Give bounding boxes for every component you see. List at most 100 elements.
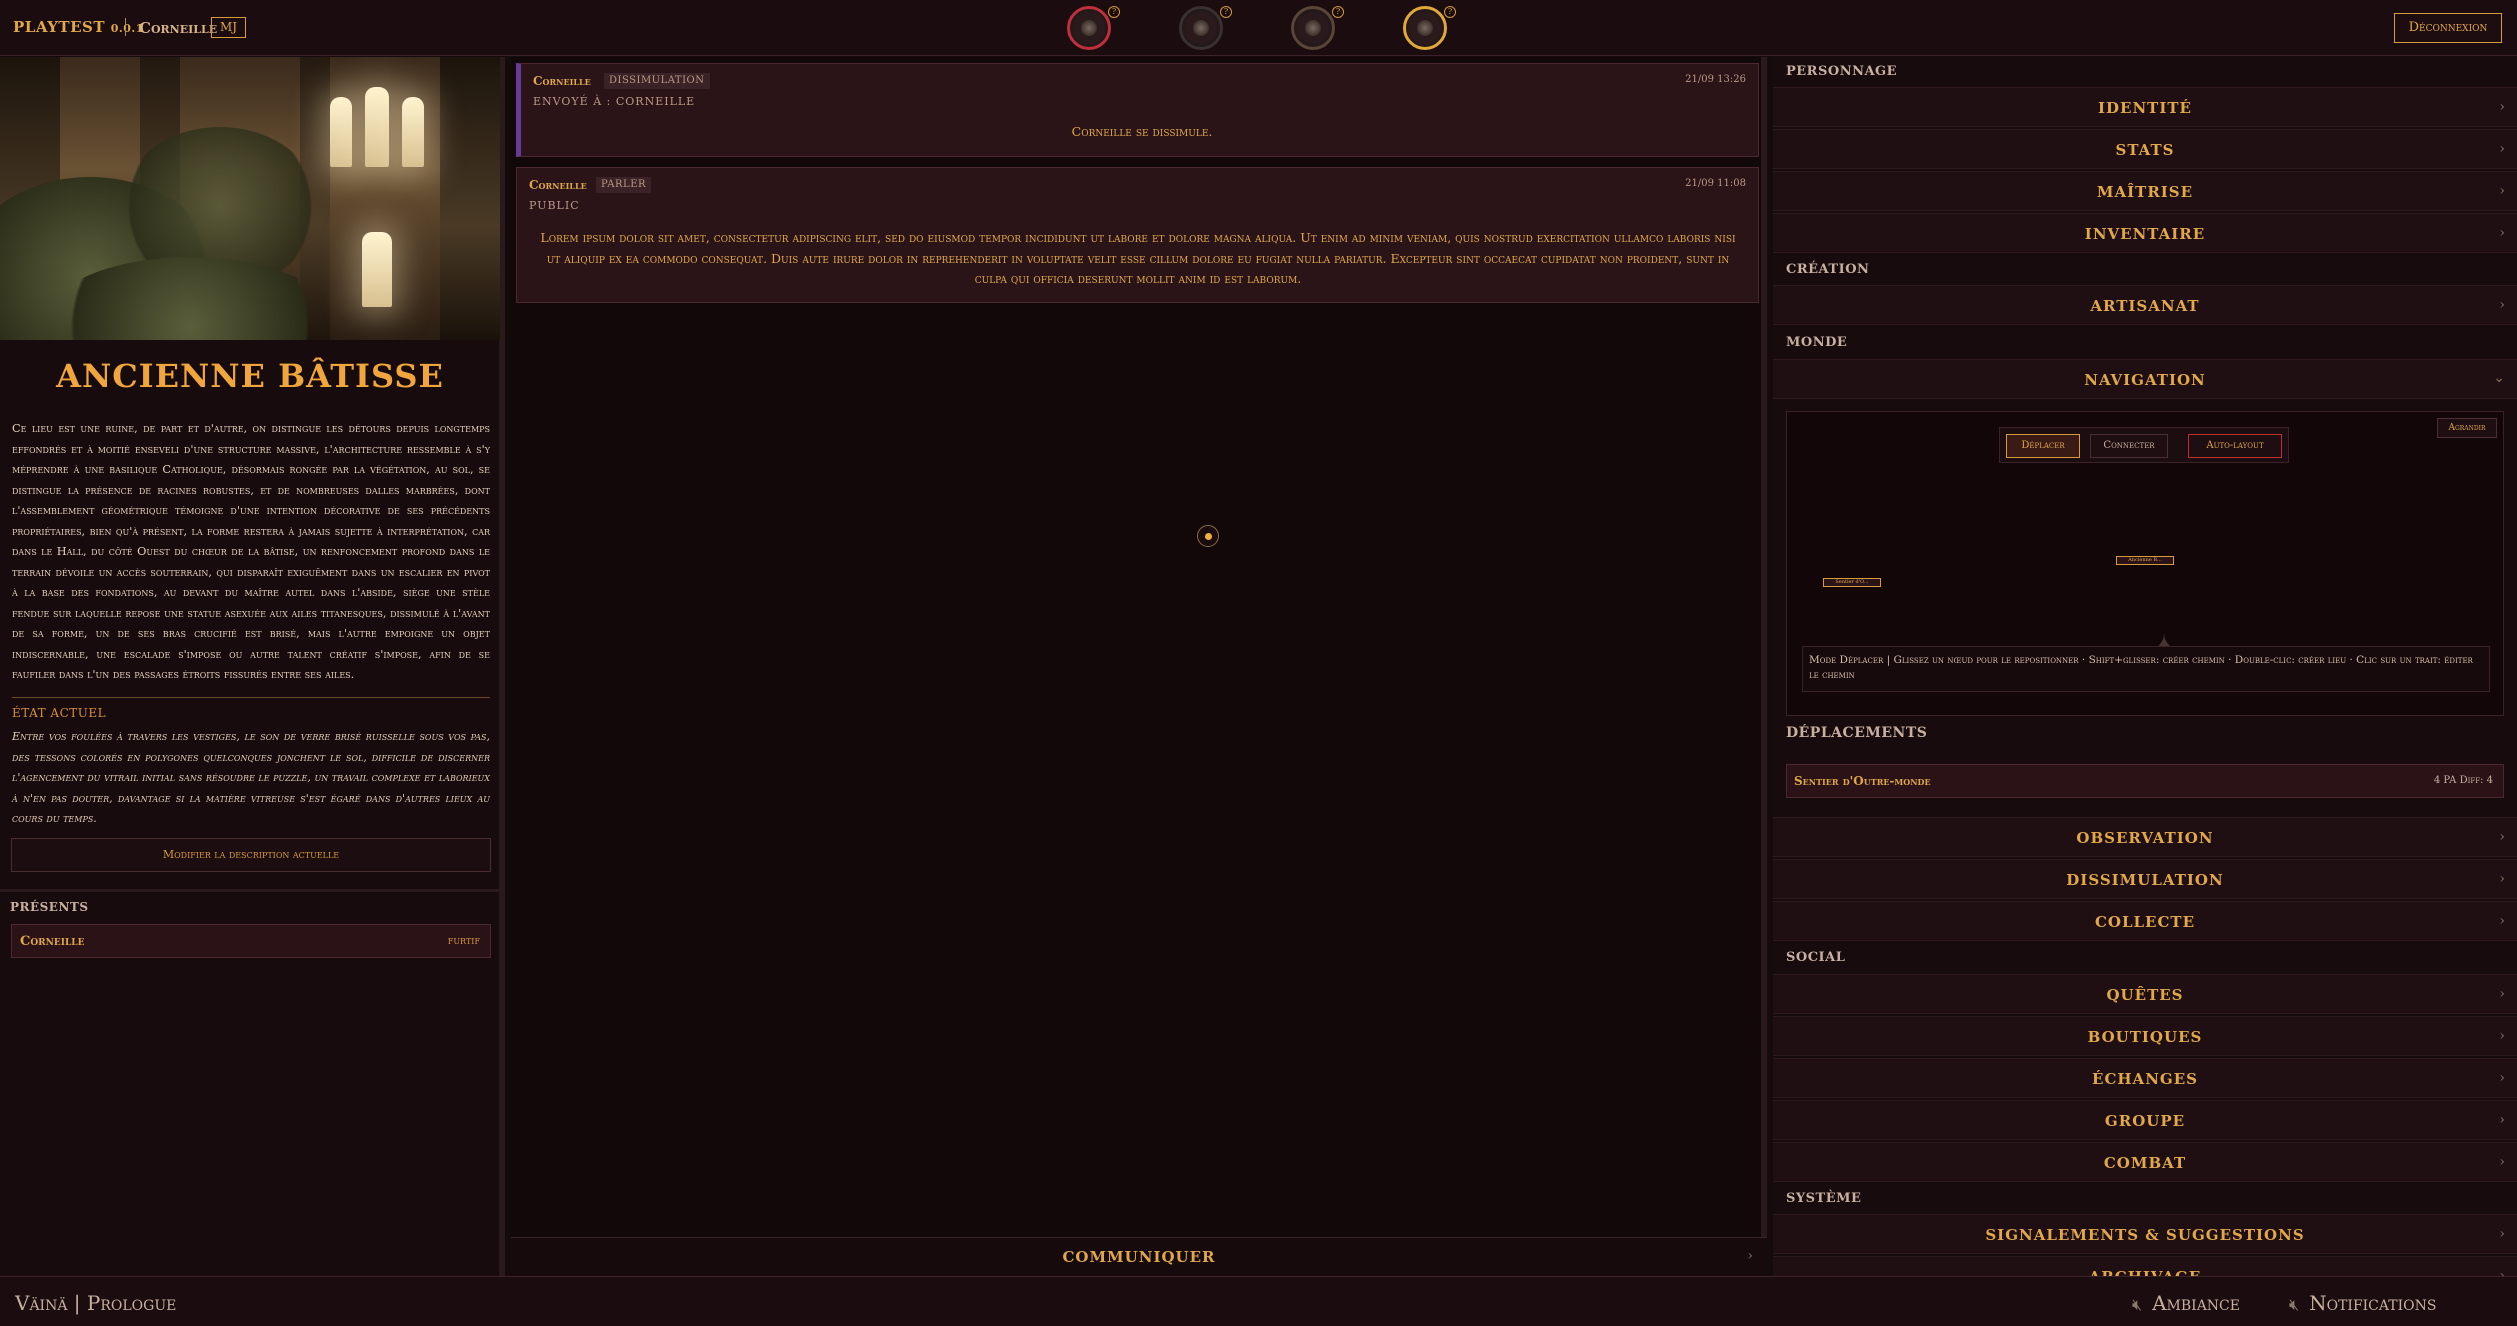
message-time: 21/09 11:08	[1685, 178, 1746, 189]
health-ring[interactable]: ?	[1067, 6, 1120, 50]
menu-identity[interactable]: IDENTITÉ ›	[1773, 87, 2517, 127]
menu-group[interactable]: GROUPE ›	[1773, 1100, 2517, 1140]
menu-stealth[interactable]: DISSIMULATION ›	[1773, 859, 2517, 899]
move-option[interactable]: Sentier d'Outre-monde 4 PA Diff: 4	[1786, 764, 2504, 798]
divider	[0, 889, 500, 892]
menu-label: COMBAT	[2103, 1154, 2187, 1172]
edit-description-button[interactable]: Modifier la description actuelle	[11, 838, 491, 872]
navigation-map[interactable]: Déplacer Connecter Auto-layout Agrandir …	[1786, 411, 2504, 716]
menu-navigation[interactable]: NAVIGATION ⌄	[1773, 359, 2517, 399]
menu-label: SIGNALEMENTS & SUGGESTIONS	[1985, 1226, 2305, 1244]
menu-shops[interactable]: BOUTIQUES ›	[1773, 1016, 2517, 1056]
ambiance-toggle[interactable]: 🔇︎ Ambiance	[2132, 1291, 2240, 1315]
menu-archive[interactable]: ARCHIVAGE›	[1773, 1256, 2517, 1276]
message-card: Corneille DISSIMULATION 21/09 13:26 ENVO…	[516, 63, 1759, 157]
message-recipient: ENVOYÉ À : CORNEILLE	[533, 95, 696, 108]
message-text: Lorem ipsum dolor sit amet, consectetur …	[540, 230, 1736, 286]
chevron-right-icon: ›	[2499, 1226, 2505, 1242]
chevron-right-icon: ›	[2499, 183, 2505, 199]
stamina-icon	[1193, 20, 1209, 36]
menu-reports[interactable]: SIGNALEMENTS & SUGGESTIONS ›	[1773, 1214, 2517, 1254]
stamina-ring[interactable]: ?	[1179, 6, 1232, 50]
present-heading: PRÉSENTS	[10, 900, 89, 914]
message-time: 21/09 13:26	[1685, 74, 1746, 85]
cursor-indicator	[1197, 525, 1219, 547]
brand-name: PLAYTEST	[13, 18, 106, 36]
perception-help-icon[interactable]: ?	[1444, 6, 1456, 18]
location-panel: ANCIENNE BÂTISSE Ce lieu est une ruine, …	[0, 57, 505, 1276]
message-recipient: PUBLIC	[529, 199, 580, 212]
message-author: Corneille	[529, 178, 587, 192]
chevron-right-icon: ›	[2499, 1154, 2505, 1170]
menu-label: BOUTIQUES	[2087, 1028, 2203, 1046]
section-heading-social: SOCIAL	[1786, 950, 1846, 965]
action-sidebar: PERSONNAGE IDENTITÉ › STATS › MAÎTRISE › IN…	[1773, 57, 2517, 1276]
perception-ring[interactable]: ?	[1403, 6, 1456, 50]
player-status: furtif	[447, 934, 480, 947]
menu-observation[interactable]: OBSERVATION ›	[1773, 817, 2517, 857]
menu-label: INVENTAIRE	[2084, 225, 2206, 243]
menu-label: NAVIGATION	[2084, 371, 2206, 389]
chevron-right-icon: ›	[2499, 1268, 2505, 1276]
moves-heading: DÉPLACEMENTS	[1786, 725, 1928, 741]
muted-speaker-icon: 🔇︎	[2289, 1295, 2300, 1314]
role-badge[interactable]: MJ	[211, 17, 246, 38]
menu-quests[interactable]: QUÊTES ›	[1773, 974, 2517, 1014]
chevron-right-icon: ›	[2499, 99, 2505, 115]
menu-inventory[interactable]: INVENTAIRE ›	[1773, 213, 2517, 253]
message-tag: DISSIMULATION	[604, 73, 710, 89]
logout-button[interactable]: Déconnexion	[2394, 13, 2502, 43]
current-state-description: Entre vos foulées à travers les vestiges…	[12, 730, 490, 825]
health-icon	[1081, 20, 1097, 36]
notifications-toggle[interactable]: 🔇︎ Notifications	[2289, 1291, 2436, 1315]
chevron-right-icon: ›	[2499, 986, 2505, 1002]
map-node[interactable]: Sentier d'O...	[1823, 578, 1881, 587]
map-toolbar: Déplacer Connecter Auto-layout	[1999, 427, 2289, 463]
divider	[12, 697, 490, 698]
chevron-right-icon: ›	[2499, 225, 2505, 241]
chevron-right-icon: ›	[2499, 1112, 2505, 1128]
menu-label: DISSIMULATION	[2066, 871, 2224, 889]
spirit-ring[interactable]: ?	[1291, 6, 1344, 50]
chevron-right-icon: ›	[2499, 829, 2505, 845]
present-player-row[interactable]: Corneille furtif	[11, 924, 491, 958]
enlarge-map-button[interactable]: Agrandir	[2437, 418, 2497, 438]
connect-mode-button[interactable]: Connecter	[2090, 434, 2168, 458]
spirit-icon	[1305, 20, 1321, 36]
top-bar: PLAYTEST 0.0.1 Corneille MJ ? ? ? ? Déco…	[0, 0, 2517, 56]
communicate-bar[interactable]: COMMUNIQUER ›	[511, 1237, 1767, 1276]
current-user-name: Corneille	[139, 19, 218, 37]
section-heading-world: MONDE	[1786, 335, 1848, 350]
menu-label: MAÎTRISE	[2096, 183, 2194, 201]
brand-divider	[125, 18, 126, 36]
move-cost: 4 PA Diff: 4	[2433, 775, 2493, 786]
menu-mastery[interactable]: MAÎTRISE ›	[1773, 171, 2517, 211]
stamina-help-icon[interactable]: ?	[1220, 6, 1232, 18]
menu-stats[interactable]: STATS ›	[1773, 129, 2517, 169]
move-mode-button[interactable]: Déplacer	[2006, 434, 2080, 458]
muted-speaker-icon: 🔇︎	[2132, 1295, 2143, 1314]
chevron-right-icon: ›	[2499, 1028, 2505, 1044]
autolayout-button[interactable]: Auto-layout	[2188, 434, 2282, 458]
location-description: Ce lieu est une ruine, de part et d'autr…	[12, 422, 490, 681]
menu-trades[interactable]: ÉCHANGES ›	[1773, 1058, 2517, 1098]
chevron-right-icon: ›	[2499, 297, 2505, 313]
section-heading-creation: CRÉATION	[1786, 262, 1870, 277]
health-help-icon[interactable]: ?	[1108, 6, 1120, 18]
current-state-heading: ÉTAT ACTUEL	[12, 706, 107, 720]
message-feed: Corneille DISSIMULATION 21/09 13:26 ENVO…	[511, 57, 1767, 1276]
bottom-bar: Väinä | Prologue 🔇︎ Ambiance 🔇︎ Notificati…	[0, 1276, 2517, 1326]
map-node[interactable]: Ancienne B...	[2116, 556, 2174, 565]
player-name: Corneille	[20, 934, 85, 949]
menu-gathering[interactable]: COLLECTE ›	[1773, 901, 2517, 941]
spirit-help-icon[interactable]: ?	[1332, 6, 1344, 18]
chevron-right-icon: ›	[1747, 1248, 1753, 1264]
map-help-text: Mode Déplacer | Glissez un nœud pour le …	[1802, 646, 2490, 692]
location-title: ANCIENNE BÂTISSE	[56, 357, 444, 395]
menu-label: IDENTITÉ	[2098, 99, 2192, 117]
menu-crafting[interactable]: ARTISANAT ›	[1773, 285, 2517, 325]
message-author: Corneille	[533, 74, 591, 88]
menu-combat[interactable]: COMBAT ›	[1773, 1142, 2517, 1182]
menu-label: COLLECTE	[2094, 913, 2196, 931]
chevron-right-icon: ›	[2499, 1070, 2505, 1086]
